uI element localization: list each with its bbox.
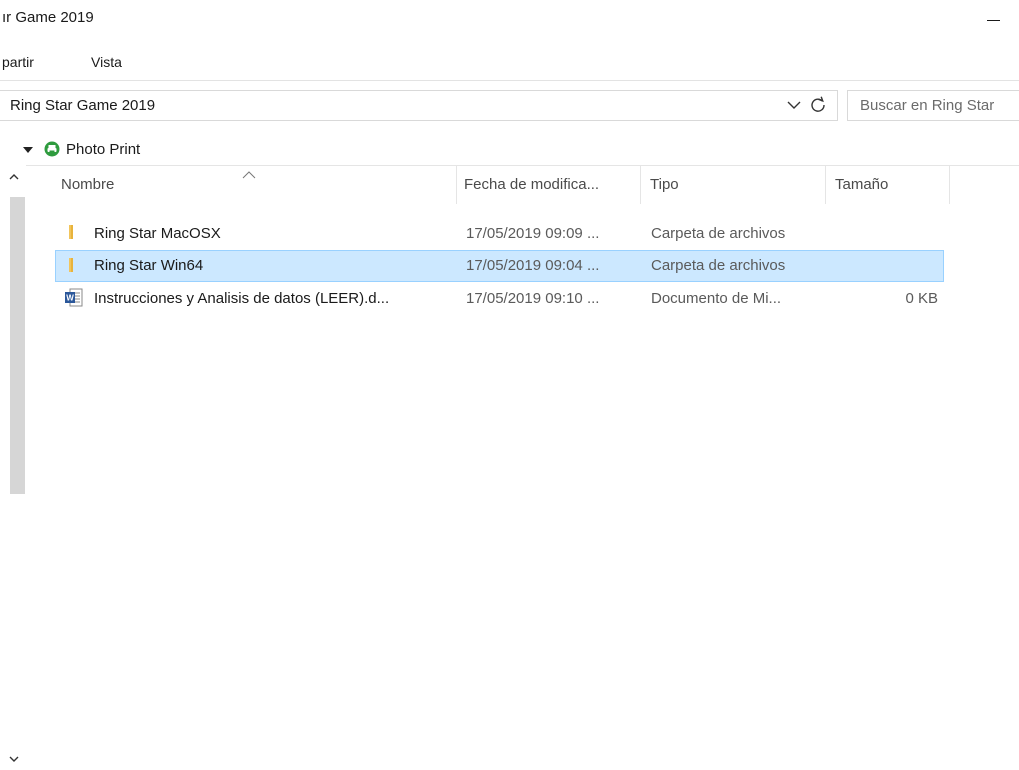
file-size: 0 KB <box>905 290 938 307</box>
column-header-tipo[interactable]: Tipo <box>650 176 679 193</box>
file-name[interactable]: Ring Star Win64 <box>94 257 203 274</box>
folder-icon <box>65 223 83 241</box>
nav-item-photo-print[interactable]: Photo Print <box>66 141 140 158</box>
ribbon-tab-vista[interactable]: Vista <box>91 54 122 70</box>
file-type: Carpeta de archivos <box>651 225 786 242</box>
column-header-tamano[interactable]: Tamaño <box>835 176 888 193</box>
file-type: Documento de Mi... <box>651 290 782 307</box>
file-date: 17/05/2019 09:09 ... <box>466 225 600 242</box>
column-separator[interactable] <box>456 166 457 204</box>
scrollbar-thumb[interactable] <box>10 197 25 494</box>
column-separator[interactable] <box>949 166 950 204</box>
folder-icon <box>65 256 83 274</box>
window-title: ır Game 2019 <box>2 9 94 26</box>
column-separator[interactable] <box>640 166 641 204</box>
ribbon-divider <box>0 80 1019 81</box>
column-header-fecha[interactable]: Fecha de modifica... <box>464 176 599 193</box>
chevron-down-icon[interactable] <box>785 96 803 114</box>
column-header-nombre[interactable]: Nombre <box>61 176 114 193</box>
nav-divider <box>26 165 1019 166</box>
column-separator[interactable] <box>825 166 826 204</box>
sort-ascending-icon <box>242 166 256 179</box>
search-input[interactable]: Buscar en Ring Star <box>860 97 994 114</box>
file-date: 17/05/2019 09:04 ... <box>466 257 600 274</box>
scroll-up-icon[interactable] <box>7 170 21 184</box>
word-document-icon: W <box>65 288 83 307</box>
scroll-down-icon[interactable] <box>7 752 21 766</box>
photo-print-icon <box>44 141 60 157</box>
file-name[interactable]: Ring Star MacOSX <box>94 225 221 242</box>
minimize-button[interactable] <box>985 8 1003 22</box>
refresh-icon[interactable] <box>808 95 828 115</box>
expand-arrow-icon[interactable] <box>22 143 34 155</box>
address-path[interactable]: Ring Star Game 2019 <box>10 97 155 114</box>
file-name[interactable]: Instrucciones y Analisis de datos (LEER)… <box>94 290 389 307</box>
ribbon-tab-compartir[interactable]: partir <box>2 54 34 70</box>
file-type: Carpeta de archivos <box>651 257 786 274</box>
file-date: 17/05/2019 09:10 ... <box>466 290 600 307</box>
svg-text:W: W <box>66 294 74 303</box>
